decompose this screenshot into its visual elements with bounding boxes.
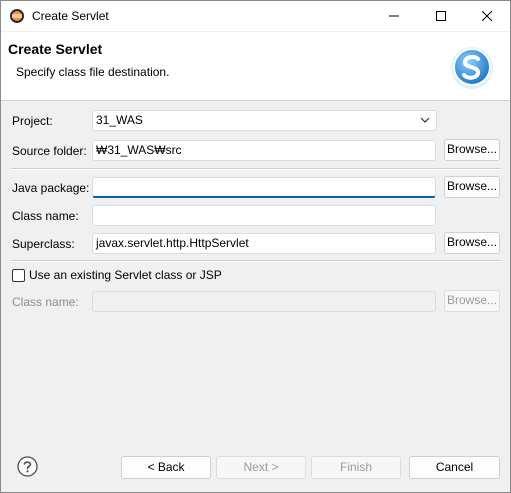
project-label: Project: <box>12 114 53 128</box>
project-value: 31_WAS <box>96 113 143 127</box>
finish-button: Finish <box>311 456 401 479</box>
next-button: Next > <box>216 456 306 479</box>
minimize-button[interactable] <box>371 1 417 31</box>
superclass-label: Superclass: <box>12 237 75 251</box>
use-existing-checkbox[interactable] <box>12 269 25 282</box>
chevron-down-icon <box>420 117 430 123</box>
help-icon[interactable] <box>17 456 38 477</box>
separator <box>11 168 501 170</box>
browse-superclass-button[interactable]: Browse... <box>444 232 500 254</box>
close-button[interactable] <box>464 1 510 31</box>
superclass-input[interactable]: javax.servlet.http.HttpServlet <box>92 233 436 254</box>
java-package-label: Java package: <box>12 181 90 195</box>
cancel-button[interactable]: Cancel <box>409 456 500 479</box>
java-package-input[interactable] <box>92 177 436 198</box>
existing-class-name-label: Class name: <box>12 295 79 309</box>
maximize-button[interactable] <box>418 1 464 31</box>
maximize-icon <box>436 11 446 21</box>
project-combo[interactable]: 31_WAS <box>92 110 437 131</box>
browse-source-folder-button[interactable]: Browse... <box>444 139 500 161</box>
existing-class-name-input <box>92 291 436 312</box>
window-title: Create Servlet <box>32 9 109 23</box>
servlet-logo-icon <box>451 47 493 89</box>
class-name-input[interactable] <box>92 205 436 226</box>
create-servlet-dialog: Create Servlet Create Servlet Specify cl… <box>0 0 511 493</box>
browse-package-button[interactable]: Browse... <box>444 176 500 198</box>
page-subtitle: Specify class file destination. <box>16 65 170 79</box>
separator <box>11 260 501 262</box>
class-name-label: Class name: <box>12 209 79 223</box>
title-bar: Create Servlet <box>1 1 510 31</box>
source-folder-label: Source folder: <box>12 144 87 158</box>
minimize-icon <box>389 15 399 17</box>
browse-existing-class-button: Browse... <box>444 290 500 312</box>
page-title: Create Servlet <box>8 41 103 57</box>
wizard-header: Create Servlet Specify class file destin… <box>1 32 510 101</box>
source-folder-input[interactable]: ₩31_WAS₩src <box>92 140 436 161</box>
eclipse-icon <box>10 9 24 23</box>
use-existing-label[interactable]: Use an existing Servlet class or JSP <box>29 268 222 282</box>
back-button[interactable]: < Back <box>121 456 211 479</box>
close-icon <box>482 11 492 21</box>
